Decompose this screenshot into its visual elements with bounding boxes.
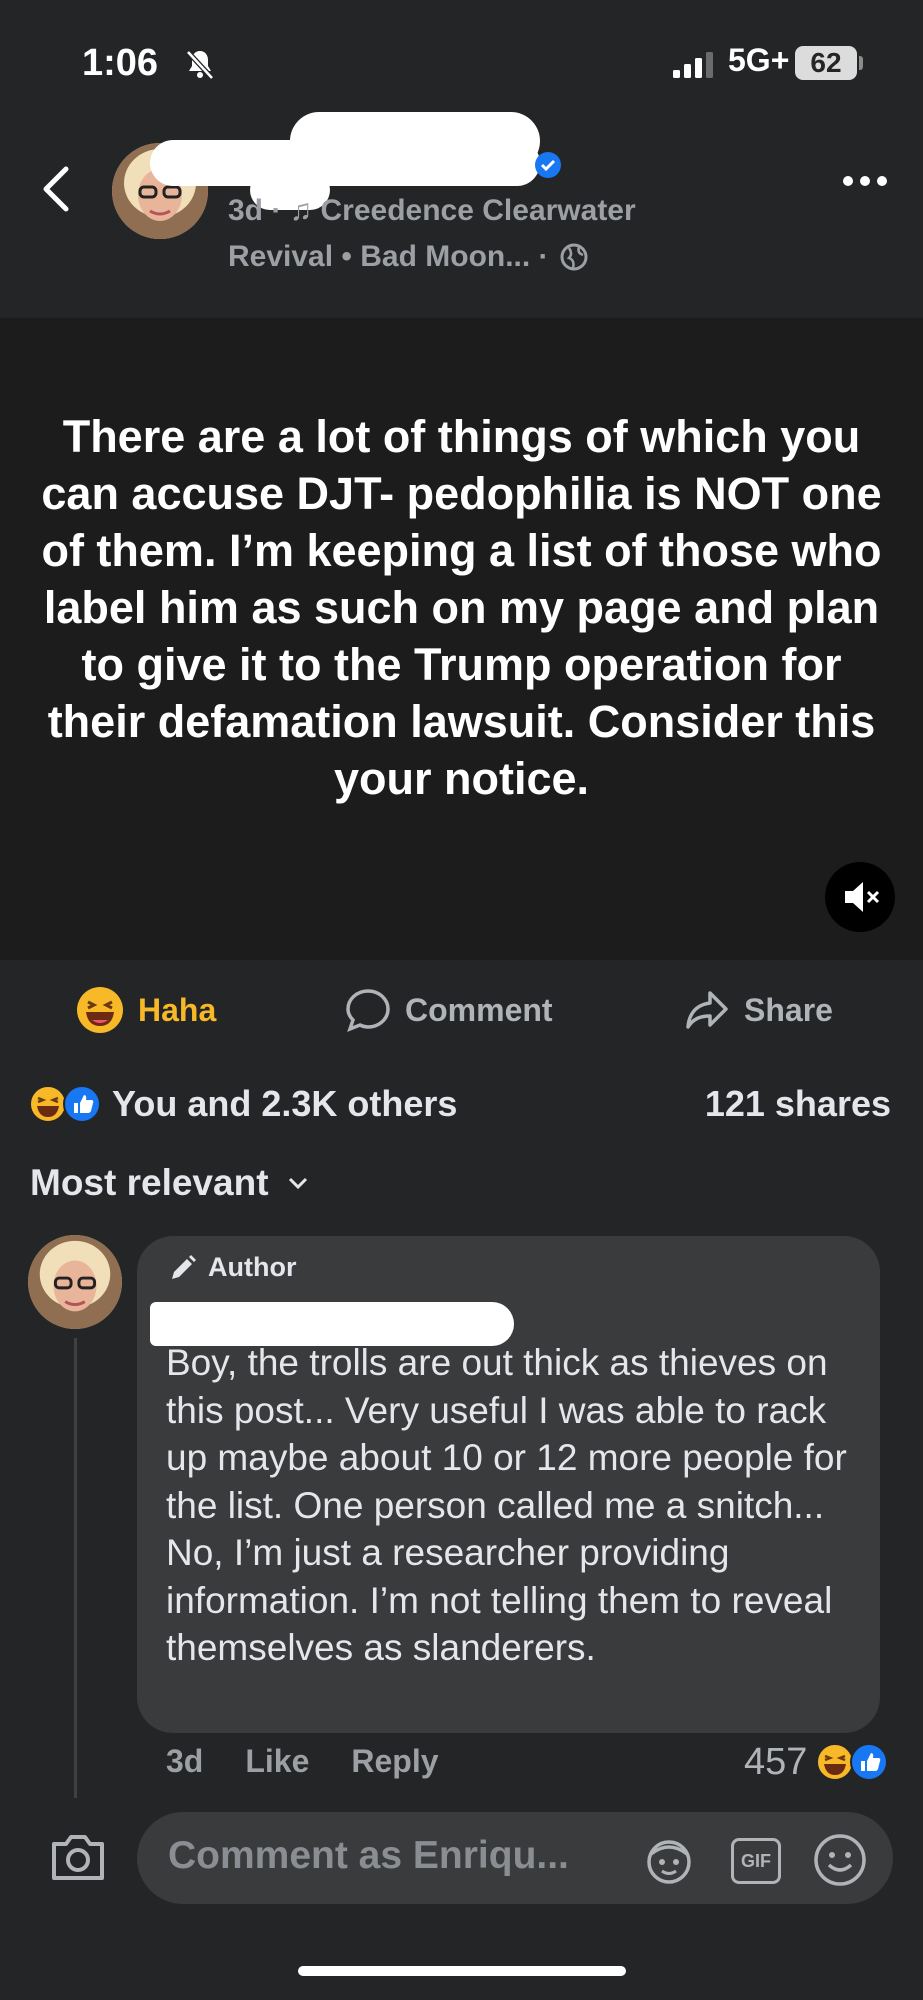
haha-reaction-button[interactable]: Haha	[76, 985, 216, 1035]
sort-label: Most relevant	[30, 1162, 269, 1203]
status-time: 1:06	[82, 42, 159, 84]
gif-label: GIF	[731, 1838, 781, 1884]
verified-badge-icon	[535, 152, 561, 178]
comment-button[interactable]: Comment	[345, 985, 553, 1035]
post-meta-line2: Revival • Bad Moon... ·	[228, 240, 549, 273]
gif-icon[interactable]: GIF	[727, 1832, 783, 1888]
like-small-icon	[63, 1085, 101, 1123]
thread-line	[74, 1338, 77, 1798]
bell-muted-icon	[186, 50, 214, 80]
share-label: Share	[744, 991, 833, 1028]
more-options-icon[interactable]	[842, 172, 888, 190]
post-meta-line1: 3d · ♫ Creedence Clearwater	[228, 194, 636, 227]
comment-label: Comment	[405, 991, 553, 1028]
comment-reply-button[interactable]: Reply	[351, 1743, 438, 1780]
emoji-icon[interactable]	[812, 1832, 868, 1888]
globe-icon	[560, 243, 588, 271]
avatar-sticker-icon[interactable]	[641, 1832, 697, 1888]
reaction-summary-text: You and 2.3K others	[112, 1083, 458, 1124]
haha-label: Haha	[138, 991, 217, 1028]
author-badge: Author	[168, 1252, 296, 1283]
home-indicator[interactable]	[298, 1966, 626, 1976]
haha-emoji-icon	[77, 987, 123, 1033]
signal-icon	[673, 52, 713, 78]
camera-icon[interactable]	[48, 1832, 108, 1884]
shares-count[interactable]: 121 shares	[705, 1082, 891, 1126]
comment-time: 3d	[166, 1743, 204, 1779]
mute-button[interactable]	[825, 862, 895, 932]
redacted-name-2	[290, 112, 540, 170]
comment-footer: 3d Like Reply	[166, 1743, 439, 1780]
reaction-summary[interactable]: You and 2.3K others	[28, 1082, 457, 1126]
share-arrow-icon	[686, 991, 728, 1029]
battery-tip	[859, 56, 863, 70]
comment-like-button[interactable]: Like	[245, 1743, 309, 1780]
battery-icon: 62	[795, 46, 857, 80]
comment-input-placeholder[interactable]: Comment as Enriqu...	[168, 1834, 569, 1878]
speaker-muted-icon	[845, 882, 880, 912]
pen-icon	[172, 1254, 196, 1279]
comment-avatar[interactable]	[28, 1235, 122, 1329]
avatar-portrait	[28, 1235, 122, 1329]
comment-reaction-count: 457	[744, 1740, 808, 1783]
like-small-icon	[850, 1743, 889, 1781]
back-chevron-icon[interactable]	[38, 165, 74, 213]
share-button[interactable]: Share	[684, 985, 833, 1035]
author-badge-label: Author	[208, 1252, 297, 1282]
chevron-down-icon	[288, 1177, 307, 1190]
network-type: 5G+	[728, 42, 790, 78]
post-meta[interactable]: 3d · ♫ Creedence Clearwater Revival • Ba…	[228, 188, 748, 280]
comment-bubble-icon	[346, 989, 390, 1033]
sort-comments-dropdown[interactable]: Most relevant	[30, 1162, 313, 1204]
comment-text: Boy, the trolls are out thick as thieves…	[166, 1342, 847, 1668]
post-text: There are a lot of things of which you c…	[41, 411, 882, 804]
comment-reactions[interactable]: 457	[744, 1740, 889, 1784]
